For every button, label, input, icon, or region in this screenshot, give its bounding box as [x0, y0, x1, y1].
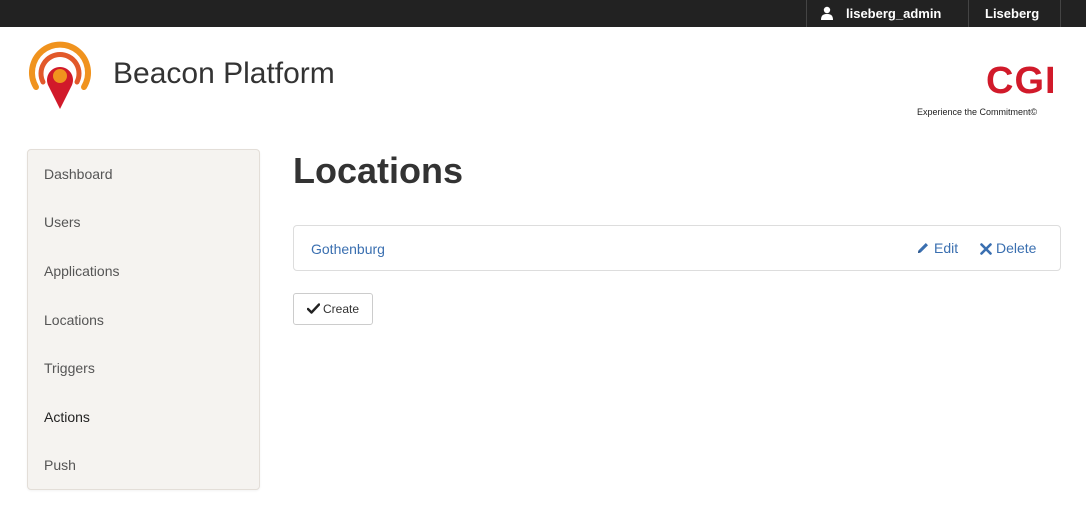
create-button[interactable]: Create	[293, 293, 373, 325]
beacon-logo-icon	[29, 41, 91, 109]
delete-label: Delete	[996, 240, 1037, 256]
sidebar-item-applications[interactable]: Applications	[44, 263, 120, 279]
user-menu[interactable]: liseberg_admin	[818, 0, 964, 27]
cgi-logo: CGI	[986, 60, 1057, 102]
pencil-icon	[918, 243, 928, 253]
edit-label: Edit	[934, 240, 959, 256]
create-label: Create	[322, 302, 360, 316]
check-icon	[306, 303, 321, 314]
location-link[interactable]: Gothenburg	[311, 241, 385, 257]
sidebar-item-users[interactable]: Users	[44, 214, 81, 230]
close-icon	[980, 243, 992, 255]
cgi-tagline: Experience the Commitment©	[917, 107, 1038, 117]
org-menu[interactable]: Liseberg	[985, 0, 1055, 27]
org-name: Liseberg	[985, 6, 1040, 21]
sidebar-item-triggers[interactable]: Triggers	[44, 360, 95, 376]
navbar-divider	[1060, 0, 1061, 27]
sidebar-item-actions[interactable]: Actions	[44, 409, 90, 425]
edit-link[interactable]: Edit	[916, 240, 958, 256]
sidebar-item-locations[interactable]: Locations	[44, 312, 104, 328]
sidebar-item-dashboard[interactable]: Dashboard	[44, 166, 113, 182]
delete-link[interactable]: Delete	[980, 240, 1036, 256]
navbar-divider	[968, 0, 969, 27]
user-name: liseberg_admin	[846, 6, 942, 21]
top-navbar: liseberg_admin Liseberg	[0, 0, 1086, 27]
sidebar-item-push[interactable]: Push	[44, 457, 76, 473]
location-row: Gothenburg Edit Delete	[293, 225, 1061, 271]
sidebar-nav: Dashboard Users Applications Locations T…	[27, 149, 260, 490]
brand-title: Beacon Platform	[113, 57, 335, 90]
page-title: Locations	[293, 150, 464, 191]
navbar-divider	[806, 0, 807, 27]
user-icon	[821, 6, 833, 20]
